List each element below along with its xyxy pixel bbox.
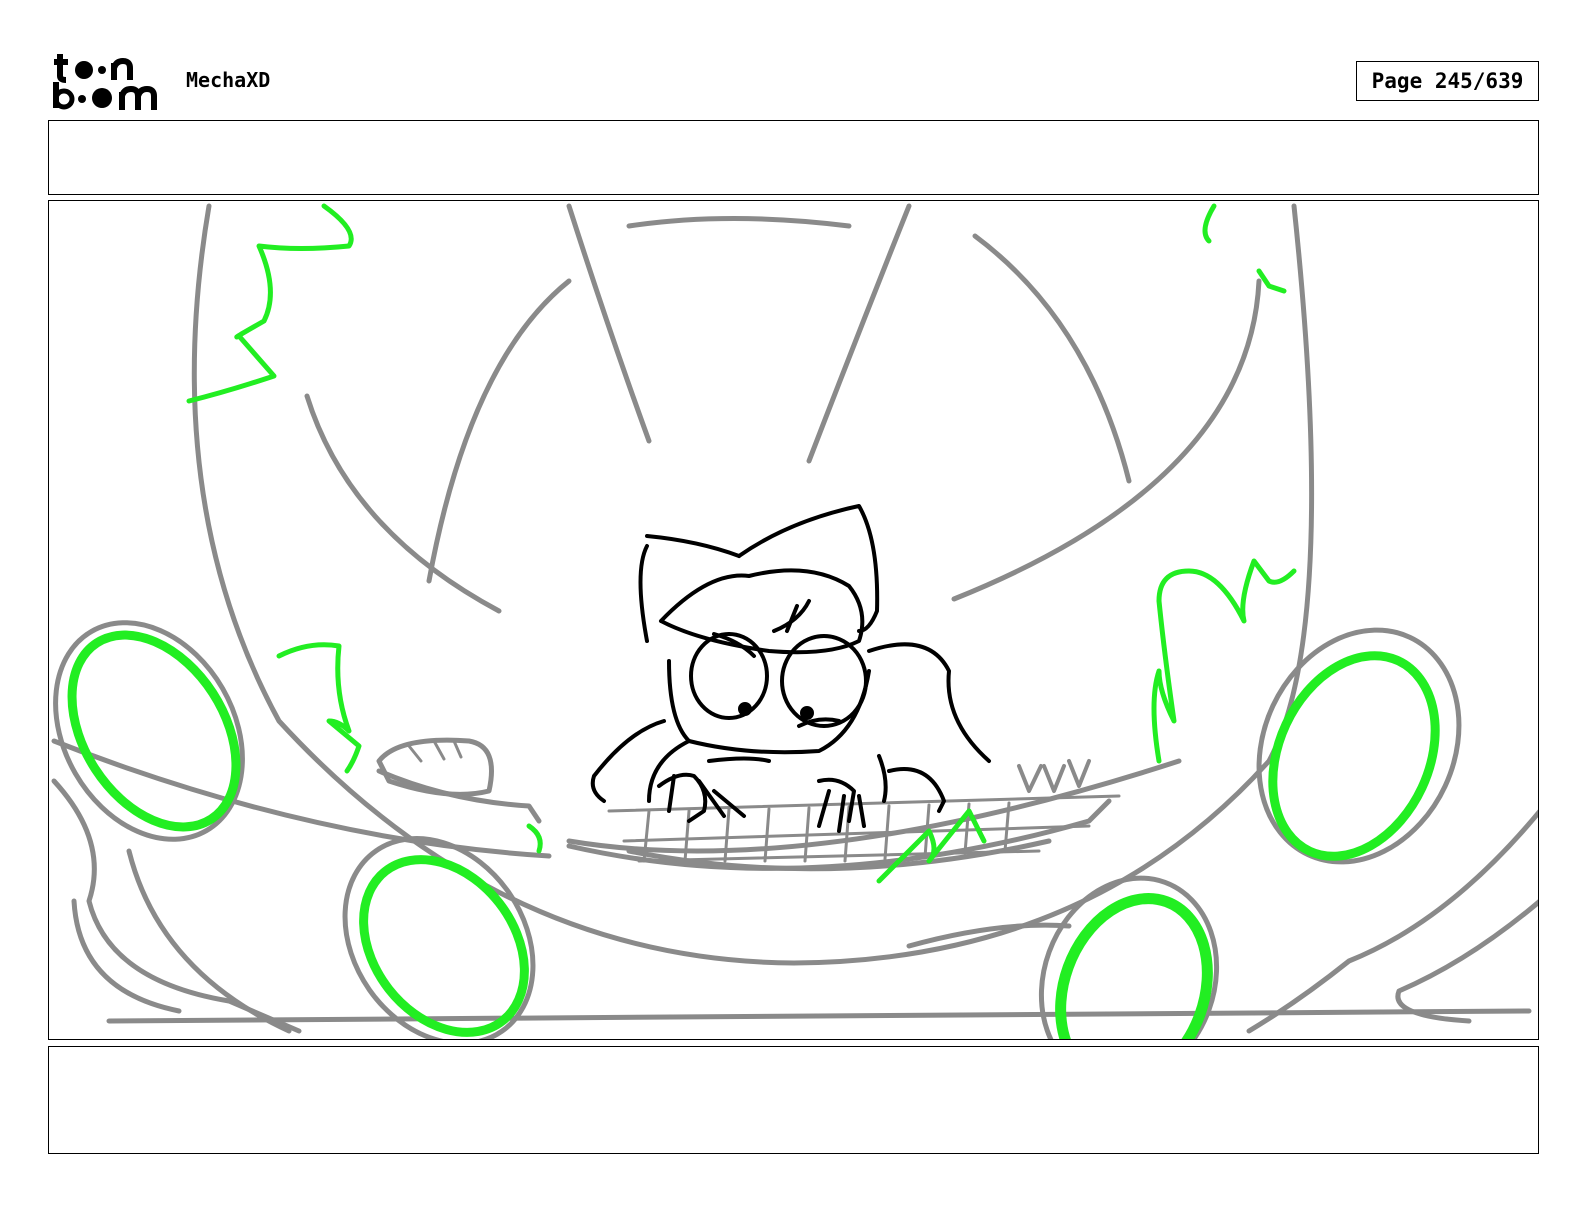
page-indicator: Page 245/639 bbox=[1356, 61, 1539, 101]
toon-boom-logo bbox=[53, 54, 157, 110]
action-notes-box bbox=[48, 120, 1539, 195]
sketch-drawing bbox=[51, 203, 1538, 1039]
project-title: MechaXD bbox=[186, 68, 271, 92]
storyboard-panel bbox=[48, 200, 1539, 1040]
dialogue-notes-box bbox=[48, 1046, 1539, 1154]
